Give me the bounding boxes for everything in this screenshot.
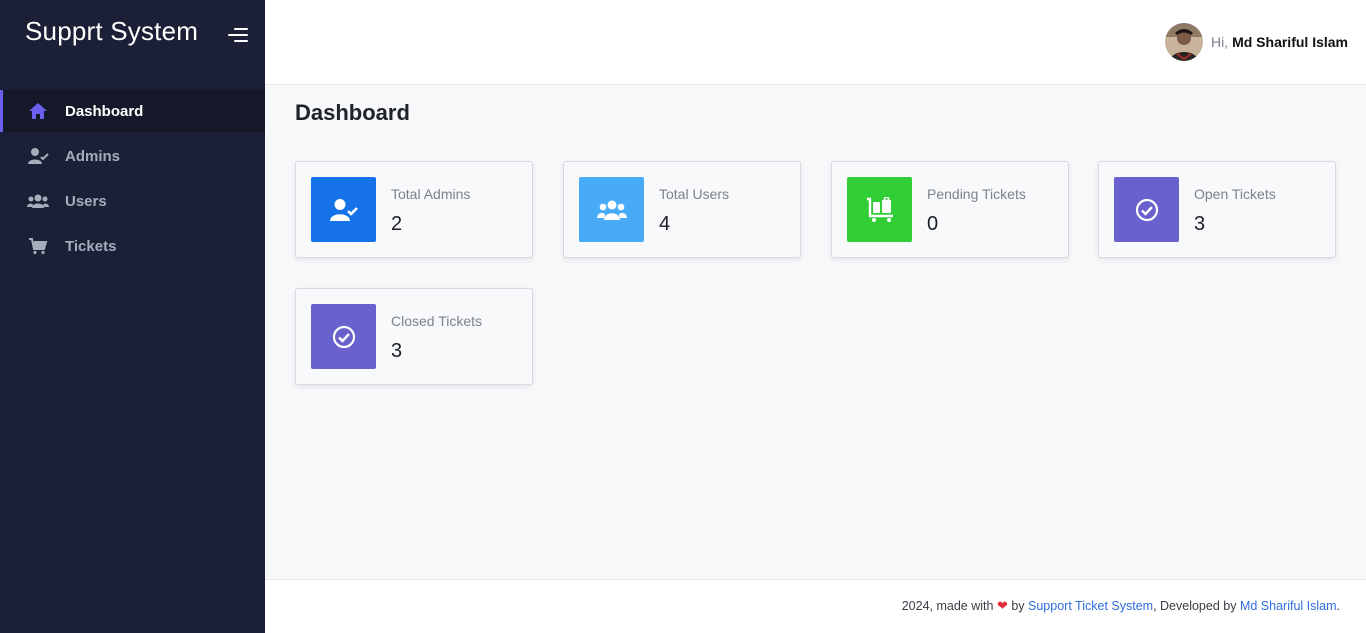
users-icon [579,177,644,242]
sidebar-item-label: Users [65,192,107,210]
avatar[interactable] [1164,23,1203,61]
sidebar-item-label: Tickets [65,237,117,255]
footer-prefix: 2024, made with [901,599,994,613]
card-label: Total Admins [391,186,471,202]
stat-card-total-users[interactable]: Total Users 4 [563,161,801,258]
sidebar-item-tickets[interactable]: Tickets [0,225,265,267]
project-link[interactable]: Support Ticket System [1028,599,1153,613]
card-value: 3 [391,340,403,362]
card-value: 3 [1194,213,1206,235]
card-label: Total Users [659,186,730,202]
greeting-text: Hi, [1210,34,1229,50]
stat-card-closed-tickets[interactable]: Closed Tickets 3 [295,288,533,385]
stat-card-pending-tickets[interactable]: Pending Tickets 0 [831,161,1069,258]
footer-developed-by: , Developed by [1153,599,1237,613]
menu-toggle-icon[interactable] [224,26,248,44]
card-label: Pending Tickets [927,186,1026,202]
sidebar-item-label: Dashboard [65,102,144,120]
sidebar-item-label: Admins [65,147,121,165]
developer-link[interactable]: Md Shariful Islam [1240,599,1337,613]
user-check-icon [26,146,50,166]
card-value: 0 [927,213,939,235]
top-header: Hi, Md Shariful Islam [265,0,1366,85]
sidebar-nav: Dashboard Admins Users Tickets [0,90,265,270]
card-value: 2 [391,213,403,235]
sidebar-item-users[interactable]: Users [0,180,265,222]
stat-card-open-tickets[interactable]: Open Tickets 3 [1098,161,1336,258]
heart-icon: ❤ [996,598,1008,613]
home-icon [26,101,50,121]
luggage-cart-icon [847,177,912,242]
card-label: Open Tickets [1194,186,1276,202]
card-value: 4 [659,213,671,235]
sidebar-item-admins[interactable]: Admins [0,135,265,177]
footer: 2024, made with ❤ by Support Ticket Syst… [265,579,1366,633]
users-icon [26,191,50,211]
check-circle-icon [1114,177,1179,242]
stat-card-total-admins[interactable]: Total Admins 2 [295,161,533,258]
footer-by: by [1011,599,1025,613]
user-menu[interactable]: Hi, Md Shariful Islam [1164,23,1348,61]
user-check-icon [311,177,376,242]
cart-icon [26,236,50,256]
footer-suffix: . [1336,599,1340,613]
sidebar-item-dashboard[interactable]: Dashboard [0,90,265,132]
user-name: Md Shariful Islam [1232,34,1348,50]
sidebar: Supprt System Dashboard Admins Users Tic… [0,0,265,633]
brand-title: Supprt System [25,16,199,46]
card-label: Closed Tickets [391,313,483,329]
footer-text: 2024, made with ❤ by Support Ticket Syst… [902,598,1340,614]
check-circle-icon [311,304,376,369]
page-title: Dashboard [295,100,410,125]
